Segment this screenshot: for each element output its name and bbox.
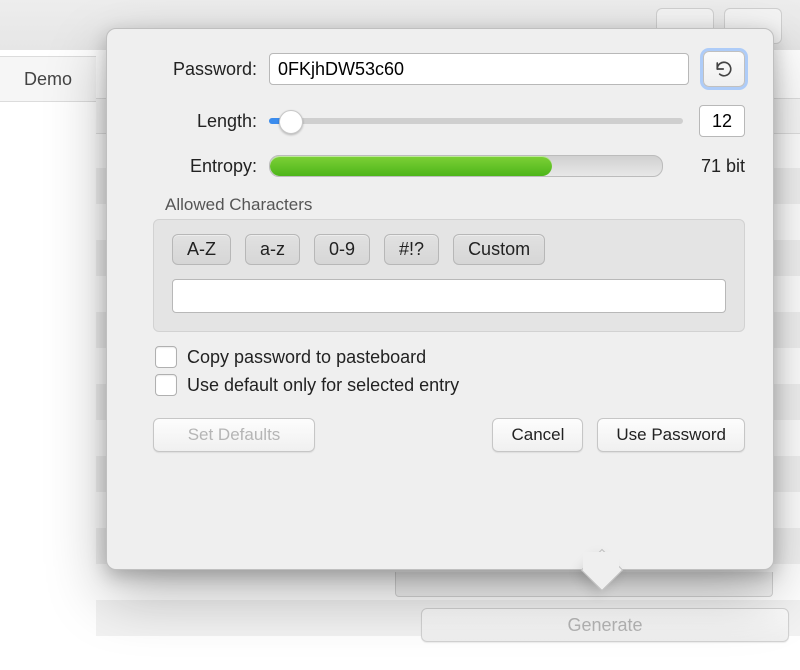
popover-arrow [587,569,615,583]
length-slider[interactable] [269,109,683,133]
password-generator-popover: Password: Length: [106,28,774,570]
toggle-symbols[interactable]: #!? [384,234,439,265]
checkbox[interactable] [155,374,177,396]
toggle-label: 0-9 [329,239,355,259]
set-defaults-button[interactable]: Set Defaults [153,418,315,452]
generate-panel: Generate [375,578,773,670]
entropy-label: Entropy: [135,156,269,177]
entropy-value: 71 bit [681,156,745,177]
slider-thumb[interactable] [279,110,303,134]
length-field[interactable] [699,105,745,137]
sidebar-tab-demo[interactable]: Demo [0,56,96,102]
generate-label: Generate [567,615,642,636]
allowed-chars-panel: A-Z a-z 0-9 #!? Custom [153,219,745,332]
password-label: Password: [135,59,269,80]
cancel-button[interactable]: Cancel [492,418,583,452]
custom-chars-field[interactable] [172,279,726,313]
button-label: Use Password [616,425,726,445]
refresh-icon [715,60,733,78]
toggle-digits[interactable]: 0-9 [314,234,370,265]
toggle-label: Custom [468,239,530,259]
toggle-custom[interactable]: Custom [453,234,545,265]
copy-to-pasteboard-option[interactable]: Copy password to pasteboard [155,346,745,368]
allowed-chars-title: Allowed Characters [165,195,745,215]
sidebar-tab-label: Demo [24,69,72,90]
checkbox[interactable] [155,346,177,368]
toggle-label: A-Z [187,239,216,259]
use-password-button[interactable]: Use Password [597,418,745,452]
toggle-lowercase[interactable]: a-z [245,234,300,265]
checkbox-label: Use default only for selected entry [187,375,459,396]
toggle-uppercase[interactable]: A-Z [172,234,231,265]
toggle-label: a-z [260,239,285,259]
entropy-meter [269,155,663,177]
password-field[interactable] [269,53,689,85]
length-label: Length: [135,111,269,132]
button-label: Cancel [511,425,564,445]
regenerate-button[interactable] [703,51,745,87]
toggle-label: #!? [399,239,424,259]
button-label: Set Defaults [188,425,281,445]
default-for-selected-option[interactable]: Use default only for selected entry [155,374,745,396]
checkbox-label: Copy password to pasteboard [187,347,426,368]
generate-button[interactable]: Generate [421,608,789,642]
sidebar: Demo [0,50,97,670]
